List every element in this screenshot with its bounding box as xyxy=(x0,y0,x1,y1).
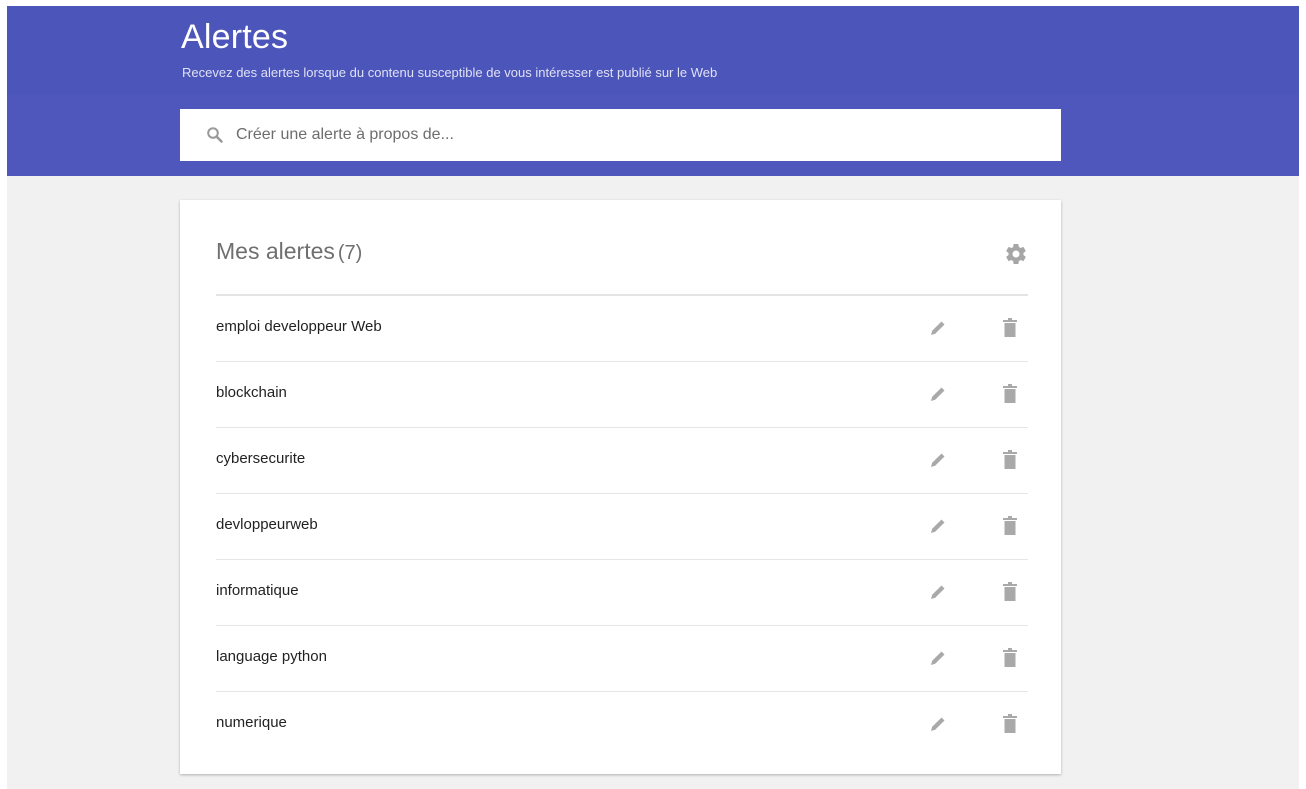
page-subtitle: Recevez des alertes lorsque du contenu s… xyxy=(182,65,718,80)
alert-label[interactable]: emploi developpeur Web xyxy=(216,318,382,335)
search-box[interactable] xyxy=(180,109,1061,161)
alert-label[interactable]: language python xyxy=(216,648,327,665)
trash-icon[interactable] xyxy=(1000,317,1020,339)
alert-label[interactable]: devloppeurweb xyxy=(216,516,318,533)
pencil-icon[interactable] xyxy=(928,582,948,602)
pencil-icon[interactable] xyxy=(928,384,948,404)
page-title: Alertes xyxy=(181,18,289,56)
pencil-icon[interactable] xyxy=(928,318,948,338)
alert-row: cybersecurite xyxy=(216,428,1028,494)
pencil-icon[interactable] xyxy=(928,648,948,668)
alert-row: emploi developpeur Web xyxy=(216,296,1028,362)
alert-label[interactable]: cybersecurite xyxy=(216,450,305,467)
search-input[interactable] xyxy=(236,119,1036,151)
alerts-count: (7) xyxy=(337,242,363,264)
page: Alertes Recevez des alertes lorsque du c… xyxy=(7,6,1299,789)
alerts-title-text: Mes alertes xyxy=(216,238,335,264)
alert-label[interactable]: informatique xyxy=(216,582,299,599)
alerts-card-header: Mes alertes (7) xyxy=(216,200,1028,296)
alerts-card: Mes alertes (7) emploi developpeur Web bl… xyxy=(180,200,1061,774)
alert-row: devloppeurweb xyxy=(216,494,1028,560)
alert-row: blockchain xyxy=(216,362,1028,428)
search-icon xyxy=(207,127,223,143)
alert-label[interactable]: numerique xyxy=(216,714,287,731)
trash-icon[interactable] xyxy=(1000,383,1020,405)
alerts-title: Mes alertes (7) xyxy=(216,238,362,265)
pencil-icon[interactable] xyxy=(928,516,948,536)
pencil-icon[interactable] xyxy=(928,450,948,470)
alert-label[interactable]: blockchain xyxy=(216,384,287,401)
trash-icon[interactable] xyxy=(1000,449,1020,471)
trash-icon[interactable] xyxy=(1000,713,1020,735)
gear-icon[interactable] xyxy=(1004,242,1028,266)
alert-row: numerique xyxy=(216,692,1028,758)
alert-row: informatique xyxy=(216,560,1028,626)
header-banner: Alertes Recevez des alertes lorsque du c… xyxy=(7,6,1299,176)
alerts-list: emploi developpeur Web blockchain cybers… xyxy=(216,296,1028,758)
trash-icon[interactable] xyxy=(1000,647,1020,669)
pencil-icon[interactable] xyxy=(928,714,948,734)
alert-row: language python xyxy=(216,626,1028,692)
trash-icon[interactable] xyxy=(1000,515,1020,537)
trash-icon[interactable] xyxy=(1000,581,1020,603)
